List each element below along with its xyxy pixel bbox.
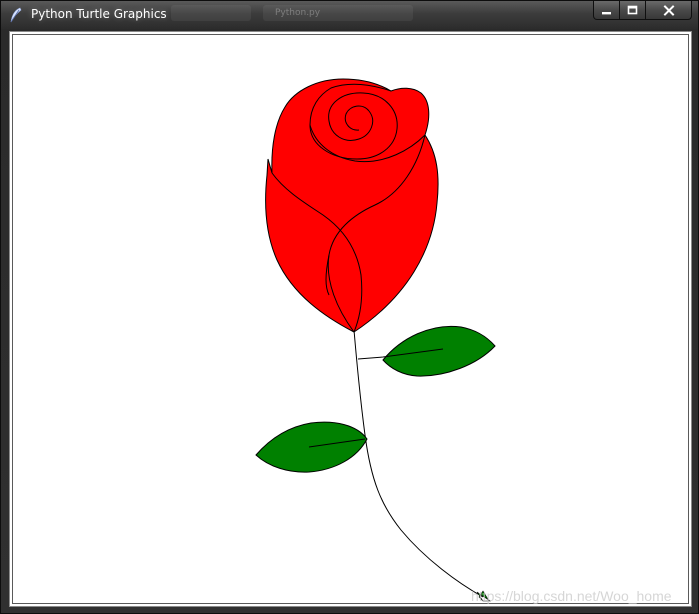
title-bar[interactable]: Python.py Python Turtle Graphics xyxy=(1,1,698,29)
maximize-icon xyxy=(627,5,638,15)
close-button[interactable] xyxy=(646,1,692,20)
canvas-frame: https://blog.csdn.net/Woo_home xyxy=(12,34,689,604)
turtle-window: Python.py Python Turtle Graphics https:/… xyxy=(0,0,699,614)
background-tab-label: Python.py xyxy=(275,8,321,18)
title-bar-reflection xyxy=(171,5,251,21)
turtle-canvas[interactable] xyxy=(13,35,688,603)
feather-icon[interactable] xyxy=(9,7,23,23)
minimize-icon xyxy=(602,11,611,14)
maximize-button[interactable] xyxy=(620,1,646,20)
watermark-text: https://blog.csdn.net/Woo_home xyxy=(471,588,672,604)
window-controls xyxy=(593,1,692,21)
window-title: Python Turtle Graphics xyxy=(31,7,167,21)
minimize-button[interactable] xyxy=(593,1,620,20)
client-area: https://blog.csdn.net/Woo_home xyxy=(9,31,692,607)
close-icon xyxy=(663,4,674,16)
